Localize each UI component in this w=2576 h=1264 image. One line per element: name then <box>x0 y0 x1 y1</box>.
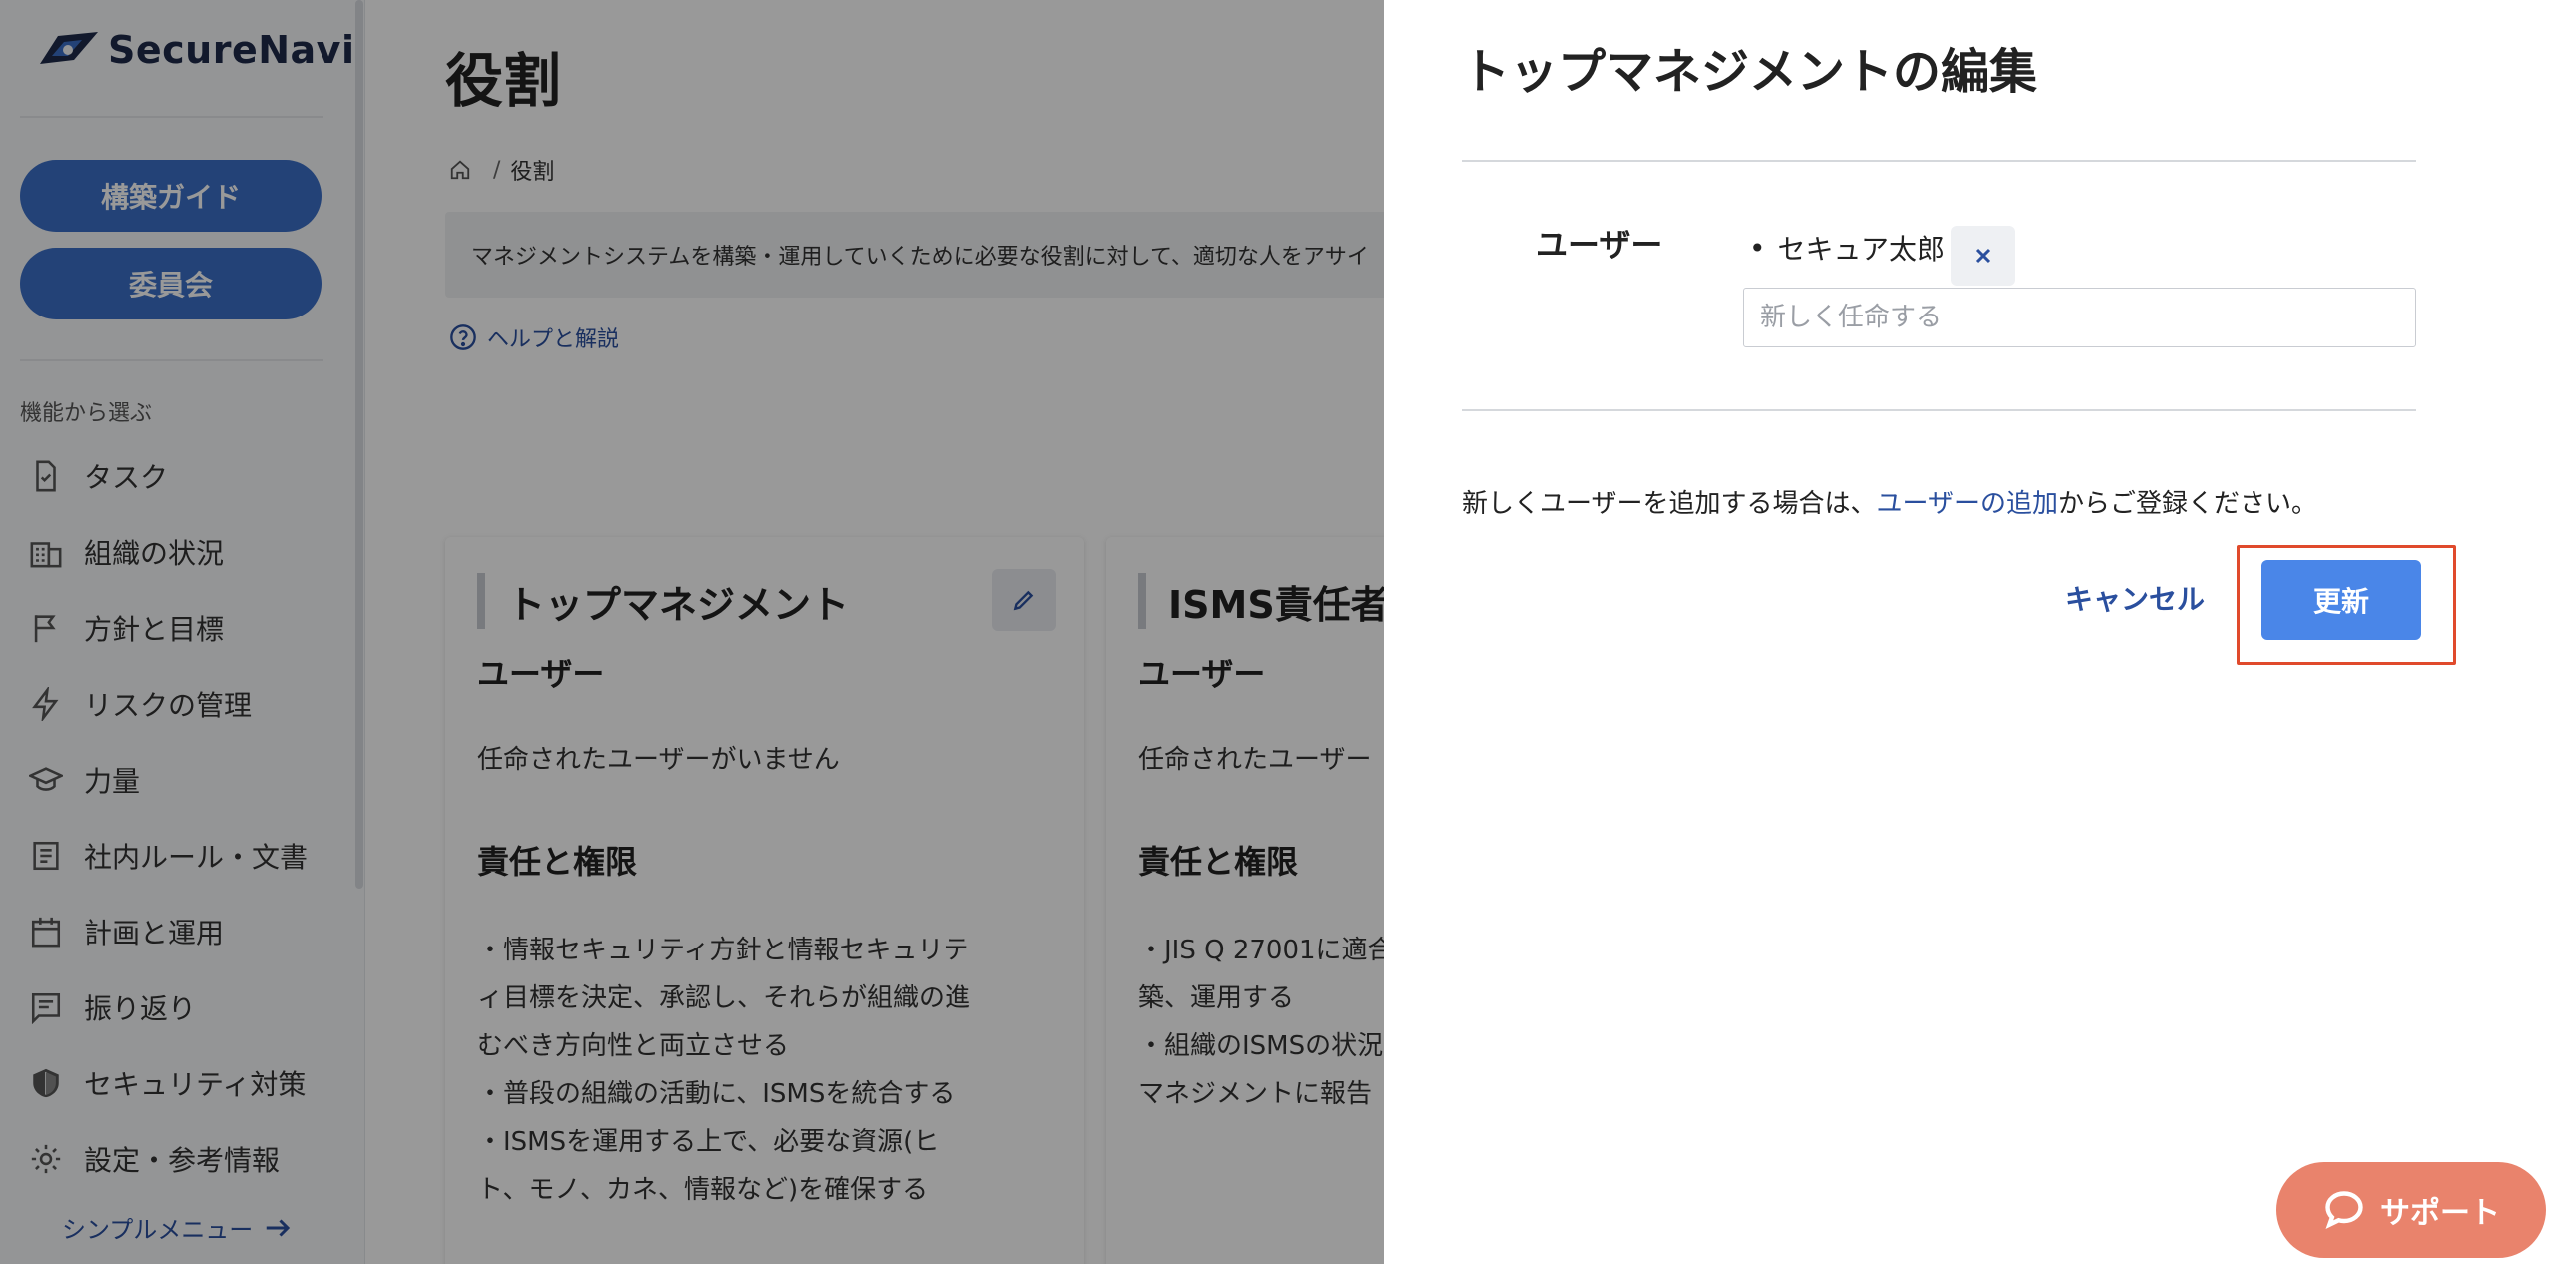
update-highlight: 更新 <box>2237 545 2456 665</box>
add-user-note: 新しくユーザーを追加する場合は、ユーザーの追加からご登録ください。 <box>1462 483 2317 520</box>
drawer-divider <box>1462 409 2416 411</box>
support-label: サポート <box>2380 1196 2500 1231</box>
note-text-before: 新しくユーザーを追加する場合は、 <box>1462 489 1877 519</box>
cancel-button[interactable]: キャンセル <box>2065 573 2205 623</box>
update-button[interactable]: 更新 <box>2261 560 2421 640</box>
close-icon <box>1975 248 1991 264</box>
remove-user-button[interactable] <box>1951 226 2015 286</box>
users-label: ユーザー <box>1536 226 1663 264</box>
note-text-after: からご登録ください。 <box>2057 489 2317 519</box>
edit-drawer: トップマネジメントの編集 ユーザー • セキュア太郎 新しくユーザーを追加する場… <box>1384 0 2576 1264</box>
support-button[interactable]: サポート <box>2276 1162 2546 1258</box>
drawer-divider <box>1462 160 2416 162</box>
bullet: • <box>1749 231 1766 265</box>
modal-overlay[interactable] <box>0 0 1384 1264</box>
chat-bubble-icon <box>2325 1191 2363 1229</box>
drawer-title: トップマネジメントの編集 <box>1462 44 2038 100</box>
add-user-link[interactable]: ユーザーの追加 <box>1876 489 2057 519</box>
app-root: SecureNavi 構築ガイド 委員会 機能から選ぶ タスク 組織の状況 方針… <box>0 0 2576 1264</box>
new-assign-input[interactable] <box>1743 288 2416 347</box>
assigned-user-name: セキュア太郎 <box>1777 233 1945 266</box>
assigned-user: • セキュア太郎 <box>1749 228 1945 268</box>
